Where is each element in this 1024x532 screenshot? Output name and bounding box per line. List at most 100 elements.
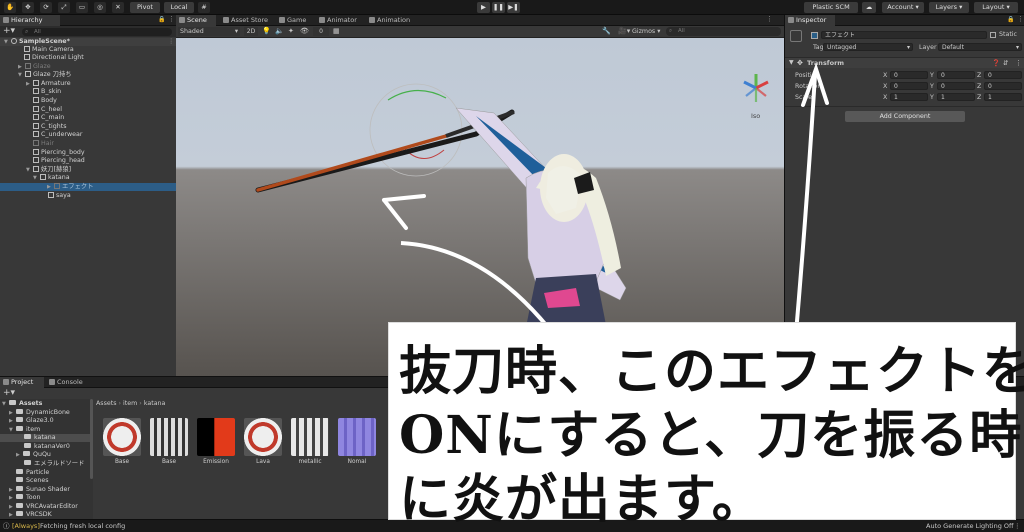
hierarchy-item[interactable]: Piercing_body [33, 149, 85, 157]
lock-icon[interactable]: 🔒 [1007, 16, 1014, 23]
tab-project[interactable]: Project [0, 377, 44, 388]
layers-dropdown[interactable]: Layers ▾ [929, 2, 969, 13]
presets-icon[interactable]: ⇵ [1003, 59, 1008, 67]
scene-search-input[interactable]: ⌕ All [666, 27, 781, 36]
asset-item[interactable]: Lava [244, 418, 282, 465]
projection-label[interactable]: Iso [751, 112, 760, 120]
shading-mode-dropdown[interactable]: Shaded ▾ [178, 27, 240, 36]
hierarchy-item[interactable]: ▼ 妖刀[赫狼] [26, 166, 71, 174]
rotate-tool-icon[interactable]: ⟳ [40, 2, 52, 13]
tree-item[interactable]: ▶ VRCSDK [9, 511, 52, 519]
tree-item[interactable]: ▶ Glaze3.0 [9, 417, 54, 425]
position-z-field[interactable]: 0 [984, 71, 1022, 79]
tools-icon[interactable]: 🔧 [602, 27, 611, 35]
cloud-icon[interactable]: ☁ [862, 2, 876, 13]
hierarchy-item[interactable]: C_main [33, 114, 64, 122]
move-tool-icon[interactable]: ✥ [22, 2, 34, 13]
tag-dropdown[interactable]: Untagged ▾ [823, 43, 913, 51]
hand-tool-icon[interactable]: ✋ [4, 2, 16, 13]
hierarchy-item[interactable]: C_underwear [33, 131, 82, 139]
tree-item[interactable]: Particle [16, 469, 49, 477]
scale-tool-icon[interactable]: ⤢ [58, 2, 70, 13]
hierarchy-item[interactable]: ▼ Glaze 刀持ち [18, 71, 72, 79]
tab-scene[interactable]: Scene [176, 15, 216, 26]
hierarchy-item[interactable]: saya [48, 192, 71, 200]
tree-item[interactable]: ▶ QuQu [16, 451, 51, 459]
hierarchy-item[interactable]: Directional Light [24, 54, 84, 62]
orientation-gizmo[interactable] [743, 74, 769, 102]
lighting-icon[interactable]: 💡 [262, 27, 271, 35]
breadcrumb-item[interactable]: katana [144, 400, 166, 407]
rotation-gizmo-circle[interactable] [369, 83, 463, 177]
scene-menu-icon[interactable]: ⋮ [168, 38, 174, 46]
position-x-field[interactable]: 0 [890, 71, 928, 79]
transform-tool-icon[interactable]: ◎ [94, 2, 106, 13]
active-checkbox[interactable] [811, 32, 818, 39]
step-button[interactable]: ▶❚ [507, 2, 520, 13]
gizmos-dropdown[interactable]: Gizmos ▾ [632, 27, 662, 36]
hierarchy-item-selected[interactable]: ▶ エフェクト [0, 183, 176, 191]
hierarchy-item[interactable]: Hair [33, 140, 54, 148]
hierarchy-item[interactable]: B_skin [33, 88, 61, 96]
object-name-field[interactable]: エフェクト [821, 31, 987, 39]
hierarchy-item[interactable]: Piercing_head [33, 157, 85, 165]
position-y-field[interactable]: 0 [937, 71, 975, 79]
custom-tool-icon[interactable]: ✕ [112, 2, 124, 13]
static-checkbox[interactable] [990, 32, 996, 38]
rotation-x-field[interactable]: 0 [890, 82, 928, 90]
tab-animation[interactable]: Animation [366, 15, 422, 26]
tab-console[interactable]: Console [46, 377, 88, 388]
help-icon[interactable]: ❓ [992, 59, 1000, 67]
create-plus-icon[interactable]: +▾ [3, 26, 15, 37]
hierarchy-item-scene[interactable]: ▼ SampleScene* ⋮ [0, 38, 176, 46]
kebab-menu-icon[interactable]: ⋮ [1017, 15, 1024, 23]
hierarchy-item[interactable]: ▶ Glaze [18, 63, 51, 71]
pause-button[interactable]: ❚❚ [492, 2, 505, 13]
2d-toggle[interactable]: 2D [244, 27, 258, 36]
scale-x-field[interactable]: 1 [890, 93, 928, 101]
camera-icon[interactable]: 🎥▾ [618, 27, 630, 35]
rotation-z-field[interactable]: 0 [984, 82, 1022, 90]
hierarchy-item[interactable]: ▶ Armature [26, 80, 71, 88]
hidden-objects-counter[interactable]: 0 [313, 27, 329, 36]
rect-tool-icon[interactable]: ▭ [76, 2, 88, 13]
breadcrumb-item[interactable]: item [123, 400, 137, 407]
account-dropdown[interactable]: Account ▾ [882, 2, 924, 13]
rotation-y-field[interactable]: 0 [937, 82, 975, 90]
grid-icon[interactable]: ▦ [333, 27, 340, 35]
lock-icon[interactable]: 🔒 [158, 16, 165, 23]
tree-item[interactable]: エメラルドソード [24, 460, 84, 468]
tab-asset-store[interactable]: Asset Store [220, 15, 272, 26]
local-toggle[interactable]: Local [164, 2, 194, 13]
plastic-scm-button[interactable]: Plastic SCM [804, 2, 858, 13]
tab-inspector[interactable]: Inspector [785, 15, 835, 26]
asset-item[interactable]: Emission [197, 418, 235, 465]
hierarchy-item[interactable]: ▼ katana [33, 174, 70, 182]
status-menu-icon[interactable]: ⋮ [1014, 520, 1021, 532]
layout-dropdown[interactable]: Layout ▾ [974, 2, 1018, 13]
tree-item[interactable]: ▼ item [9, 426, 40, 434]
visibility-icon[interactable]: 👁 [300, 27, 309, 35]
grid-snap-icon[interactable]: # [198, 2, 210, 13]
hierarchy-item[interactable]: C_heel [33, 106, 62, 114]
tree-item[interactable]: ▶ Toon [9, 494, 40, 502]
play-button[interactable]: ▶ [477, 2, 490, 13]
tree-scrollbar[interactable] [90, 399, 93, 479]
asset-item[interactable]: metallic [291, 418, 329, 465]
component-menu-icon[interactable]: ⋮ [1015, 59, 1022, 67]
audio-icon[interactable]: 🔈 [275, 27, 284, 35]
scale-z-field[interactable]: 1 [984, 93, 1022, 101]
asset-item[interactable]: Nomal [338, 418, 376, 465]
layer-dropdown[interactable]: Default ▾ [938, 43, 1022, 51]
tree-item[interactable]: ▶ Sunao Shader [9, 486, 70, 494]
breadcrumb-item[interactable]: Assets [96, 400, 117, 407]
scene-menu-icon[interactable]: ⋮ [766, 15, 773, 23]
tree-item[interactable]: ▼ Assets [2, 400, 42, 408]
create-plus-icon[interactable]: +▾ [3, 388, 15, 398]
effects-icon[interactable]: ✦ [288, 27, 294, 35]
hierarchy-item[interactable]: Main Camera [24, 46, 74, 54]
kebab-menu-icon[interactable]: ⋮ [168, 15, 175, 23]
asset-item[interactable]: Base [150, 418, 188, 465]
tree-item[interactable]: ▶ DynamicBone [9, 409, 70, 417]
tab-animator[interactable]: Animator [316, 15, 366, 26]
